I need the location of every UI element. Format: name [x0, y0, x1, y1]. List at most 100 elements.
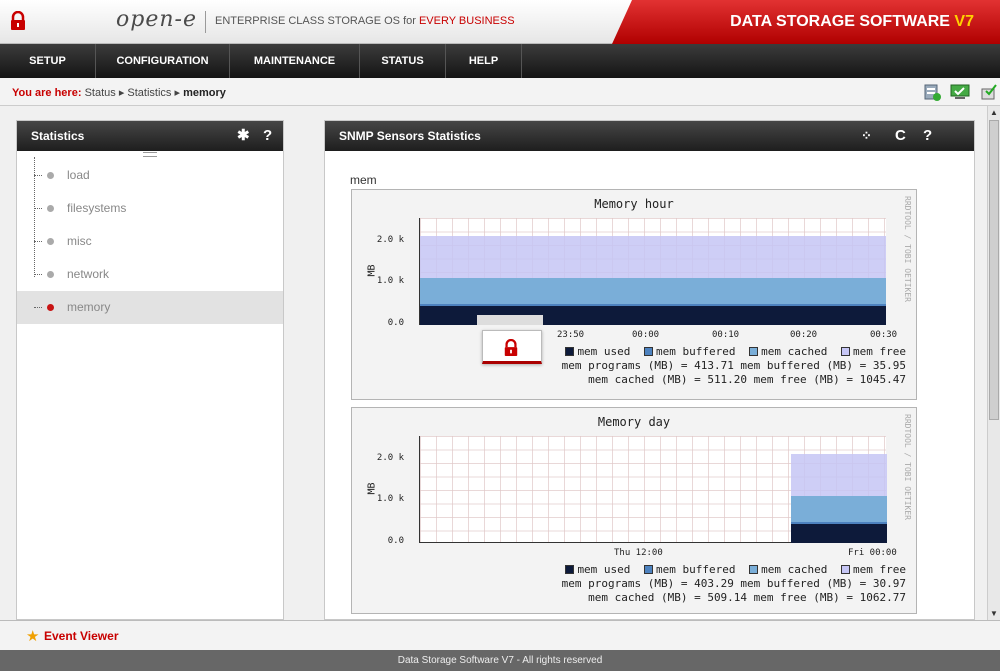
lock-icon[interactable]	[9, 11, 27, 31]
snmp-panel-header: SNMP Sensors Statistics ⁘ C ?	[325, 121, 974, 151]
legend-swatch	[841, 565, 851, 574]
statistics-panel-header: Statistics ✱ ?	[17, 121, 283, 151]
refresh-icon[interactable]: C	[895, 121, 906, 151]
legend-swatch	[644, 347, 654, 356]
plot-area	[419, 436, 887, 543]
monitor-check-icon[interactable]	[950, 83, 970, 101]
x-tick: 23:50	[557, 330, 585, 340]
y-axis-label: MB	[366, 482, 378, 495]
graph-legend: mem used mem buffered mem cached mem fre…	[558, 345, 906, 387]
update-check-icon[interactable]	[978, 83, 998, 101]
x-tick: 00:30	[870, 330, 898, 340]
copyright: Data Storage Software V7 - All rights re…	[0, 650, 1000, 671]
help-icon[interactable]: ?	[923, 121, 932, 151]
breadcrumb: You are here: Status ▸ Statistics ▸ memo…	[12, 86, 226, 99]
y-tick: 1.0 k	[376, 494, 404, 504]
product-name-text: DATA STORAGE SOFTWARE	[730, 13, 955, 30]
breadcrumb-statistics[interactable]: Statistics	[127, 87, 171, 99]
legend-used: mem used	[577, 345, 631, 358]
menu-setup[interactable]: SETUP	[0, 44, 96, 78]
plot-area	[419, 218, 886, 325]
legend-swatch	[749, 565, 759, 574]
mem-free-area	[791, 454, 887, 496]
logo: open-e	[116, 7, 197, 32]
legend-swatch	[565, 565, 575, 574]
x-tick: Thu 12:00	[614, 548, 663, 558]
bullet-icon	[47, 238, 54, 245]
chevron-right-icon: ▸	[174, 87, 181, 99]
x-tick: 00:20	[790, 330, 818, 340]
event-viewer-link[interactable]: Event Viewer	[44, 629, 118, 643]
legend-cached: mem cached	[761, 345, 828, 358]
menu-help[interactable]: HELP	[446, 44, 522, 78]
y-tick: 1.0 k	[376, 276, 404, 286]
tree-item-filesystems[interactable]: filesystems	[17, 192, 283, 225]
legend-used: mem used	[577, 563, 631, 576]
statistics-panel-title: Statistics	[31, 129, 85, 143]
graph-title: Memory hour	[594, 197, 674, 211]
help-icon[interactable]: ?	[263, 121, 272, 151]
graph-credit: RRDTOOL / TOBI OETIKER	[903, 414, 912, 520]
breadcrumb-status[interactable]: Status	[85, 87, 116, 99]
mem-cached-area	[420, 278, 886, 304]
x-tick: 00:10	[712, 330, 740, 340]
server-icon[interactable]	[922, 83, 942, 101]
tagline: ENTERPRISE CLASS STORAGE OS for EVERY BU…	[215, 15, 515, 27]
memory-day-graph: Memory day RRDTOOL / TOBI OETIKER MB 2.0…	[351, 407, 917, 614]
tree-item-label: filesystems	[67, 201, 127, 215]
menu-maintenance[interactable]: MAINTENANCE	[230, 44, 360, 78]
star-icon: ★	[26, 628, 40, 645]
mem-free-area	[420, 236, 886, 278]
snmp-panel: SNMP Sensors Statistics ⁘ C ? mem Memory…	[324, 120, 975, 620]
legend-free: mem free	[853, 345, 906, 358]
breadcrumb-label: You are here:	[12, 87, 82, 99]
menu-configuration[interactable]: CONFIGURATION	[96, 44, 230, 78]
bullet-icon	[47, 205, 54, 212]
legend-buffered: mem buffered	[656, 563, 736, 576]
legend-cached: mem cached	[761, 563, 828, 576]
bullet-icon	[47, 271, 54, 278]
y-tick: 0.0	[387, 318, 404, 328]
tree-item-load[interactable]: load	[17, 159, 283, 192]
tree-item-label: network	[67, 267, 110, 281]
breadcrumb-memory: memory	[183, 87, 226, 99]
scroll-up-icon[interactable]: ▲	[990, 108, 998, 117]
gear-icon[interactable]: ✱	[237, 121, 250, 151]
section-label: mem	[350, 173, 377, 187]
tree-item-network[interactable]: network	[17, 258, 283, 291]
tagline-text: ENTERPRISE CLASS STORAGE OS for	[215, 15, 419, 27]
bullet-icon	[47, 172, 54, 179]
x-tick: Fri 00:00	[848, 548, 897, 558]
product-version: V7	[954, 13, 974, 30]
top-header: open-e ENTERPRISE CLASS STORAGE OS for E…	[0, 0, 1000, 44]
tree-item-misc[interactable]: misc	[17, 225, 283, 258]
graph-legend: mem used mem buffered mem cached mem fre…	[558, 563, 906, 605]
tree-item-memory[interactable]: memory	[17, 291, 283, 324]
y-tick: 2.0 k	[376, 235, 404, 245]
legend-swatch	[644, 565, 654, 574]
statistics-tree: load filesystems misc network memory	[17, 157, 283, 324]
graph-values-line: mem programs (MB) = 403.29 mem buffered …	[561, 577, 906, 590]
legend-buffered: mem buffered	[656, 345, 736, 358]
mem-used-area	[791, 524, 887, 543]
scrollbar-thumb[interactable]	[989, 120, 999, 420]
graph-title: Memory day	[597, 415, 671, 429]
snmp-panel-title: SNMP Sensors Statistics	[339, 129, 481, 143]
breadcrumb-bar: You are here: Status ▸ Statistics ▸ memo…	[0, 78, 1000, 106]
x-tick: 00:00	[632, 330, 660, 340]
menu-status[interactable]: STATUS	[360, 44, 446, 78]
main-menu: SETUP CONFIGURATION MAINTENANCE STATUS H…	[0, 44, 1000, 78]
bullet-icon	[47, 304, 54, 311]
legend-swatch	[841, 347, 851, 356]
graph-values-line: mem cached (MB) = 511.20 mem free (MB) =…	[588, 373, 906, 386]
scroll-down-icon[interactable]: ▼	[990, 609, 998, 618]
y-axis-label: MB	[366, 264, 378, 277]
divider	[205, 11, 206, 33]
event-viewer-bar: ★ Event Viewer	[0, 620, 1000, 650]
vertical-scrollbar[interactable]: ▲ ▼	[987, 106, 1000, 620]
graph-credit: RRDTOOL / TOBI OETIKER	[903, 196, 912, 302]
lock-tooltip	[477, 315, 543, 364]
chevron-right-icon: ▸	[118, 87, 125, 99]
lock-icon	[504, 339, 518, 356]
product-name: DATA STORAGE SOFTWARE V7	[730, 13, 974, 31]
